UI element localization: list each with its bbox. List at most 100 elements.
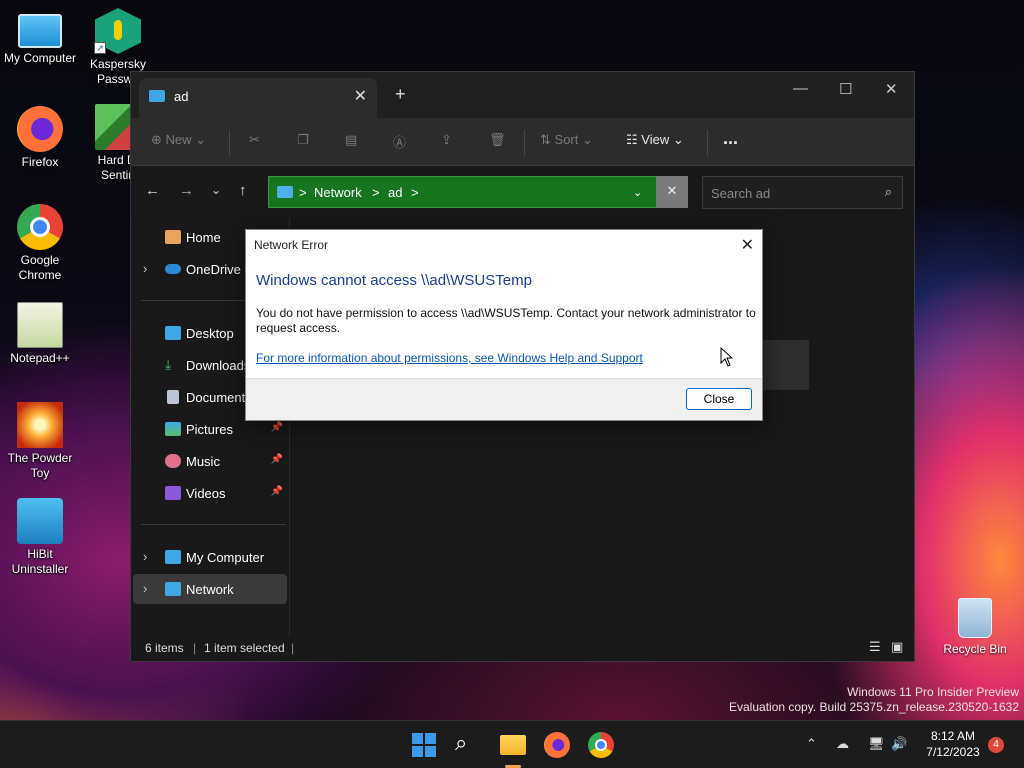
- toolbar-divider: [524, 130, 525, 156]
- chevron-down-icon: ⌄: [672, 132, 684, 147]
- close-button[interactable]: Close: [686, 388, 752, 410]
- status-divider: |: [291, 641, 295, 655]
- notification-badge[interactable]: 4: [988, 737, 1004, 753]
- nav-item-my-computer[interactable]: › My Computer: [131, 542, 289, 572]
- nav-label: Pictures: [186, 422, 233, 437]
- nav-item-videos[interactable]: Videos 📌: [131, 478, 289, 508]
- sort-button[interactable]: ⇅ Sort ⌄: [540, 132, 593, 148]
- selection-count: 1 item selected: [204, 641, 285, 655]
- watermark-line-2: Evaluation copy. Build 25375.zn_release.…: [729, 700, 1019, 714]
- paste-button[interactable]: ▤: [345, 132, 357, 148]
- pin-icon[interactable]: 📌: [271, 454, 283, 465]
- desktop-icon-label: The Powder Toy: [7, 451, 73, 480]
- desktop-folder-icon: [165, 326, 181, 340]
- nav-label: Videos: [186, 486, 226, 501]
- plus-circle-icon: ⊕: [151, 132, 162, 147]
- desktop-icon-powder-toy[interactable]: The Powder Toy: [0, 402, 80, 481]
- network-icon: [277, 186, 293, 198]
- view-button[interactable]: ☷ View ⌄: [626, 132, 684, 148]
- dialog-title: Network Error: [254, 238, 329, 252]
- onedrive-tray-icon[interactable]: ☁: [836, 736, 849, 752]
- status-bar: 6 items | 1 item selected | ☰ ▣: [131, 635, 914, 661]
- chrome-taskbar-button[interactable]: [588, 732, 614, 758]
- address-row: ← → ⌄ ↑ > Network > ad > ⌄ ✕ Search ad ⌕: [131, 166, 914, 218]
- nav-item-network[interactable]: › Network: [133, 574, 287, 604]
- up-button[interactable]: ↑: [239, 182, 247, 199]
- back-button[interactable]: ←: [145, 182, 160, 199]
- close-tab-icon[interactable]: ✕: [354, 86, 367, 106]
- delete-button[interactable]: 🗑: [489, 132, 506, 148]
- window-close-button[interactable]: ✕: [885, 80, 898, 98]
- nav-label: Desktop: [186, 326, 234, 341]
- network-tray-icon[interactable]: 🖥: [868, 736, 885, 752]
- search-button[interactable]: ⌕: [455, 730, 481, 756]
- desktop-icon-my-computer[interactable]: My Computer: [0, 10, 80, 66]
- address-history-icon[interactable]: ⌄: [633, 186, 642, 199]
- selected-item-highlight[interactable]: [763, 340, 809, 390]
- breadcrumb-ad[interactable]: ad: [388, 185, 402, 200]
- maximize-button[interactable]: ☐: [839, 80, 852, 98]
- minimize-button[interactable]: —: [793, 80, 808, 97]
- chevron-right-icon[interactable]: ›: [143, 581, 147, 596]
- firefox-taskbar-button[interactable]: [544, 732, 570, 758]
- help-link[interactable]: For more information about permissions, …: [256, 351, 643, 365]
- pin-icon[interactable]: 📌: [271, 422, 283, 433]
- cut-button[interactable]: ✂: [249, 132, 260, 148]
- breadcrumb-separator: >: [299, 185, 307, 200]
- address-bar[interactable]: > Network > ad > ⌄: [268, 176, 657, 208]
- search-input[interactable]: Search ad ⌕: [702, 176, 903, 209]
- pin-icon[interactable]: 📌: [271, 486, 283, 497]
- scissors-icon: ✂: [249, 132, 260, 147]
- clipboard-icon: ▤: [345, 132, 358, 147]
- copy-icon: ❐: [297, 132, 309, 147]
- show-hidden-icons-button[interactable]: ⌃: [806, 736, 817, 752]
- dialog-heading: Windows cannot access \\ad\WSUSTemp: [256, 272, 532, 289]
- cloud-icon: [165, 264, 181, 274]
- nav-label: Network: [186, 582, 234, 597]
- chrome-center-icon: [595, 739, 607, 751]
- desktop-icon-firefox[interactable]: Firefox: [0, 106, 80, 170]
- tiles-view-icon[interactable]: ▣: [891, 639, 903, 655]
- command-bar: ⊕ New ⌄ ✂ ❐ ▤ Ⓐ ⇪ 🗑 ⇅ Sort ⌄ ☷ View ⌄ ..…: [131, 118, 914, 166]
- breadcrumb-separator: >: [372, 185, 380, 200]
- clear-address-button[interactable]: ✕: [656, 176, 688, 208]
- tab-title: ad: [174, 89, 189, 104]
- share-icon: ⇪: [441, 132, 452, 147]
- network-icon: [165, 582, 181, 596]
- chevron-right-icon[interactable]: ›: [143, 261, 147, 276]
- new-label: New: [165, 132, 192, 147]
- desktop-icon-google-chrome[interactable]: Google Chrome: [0, 204, 80, 283]
- rename-button[interactable]: Ⓐ: [393, 132, 406, 151]
- title-bar: ad ✕ + — ☐ ✕: [131, 72, 914, 118]
- copy-button[interactable]: ❐: [297, 132, 309, 148]
- clock[interactable]: 8:12 AM 7/12/2023: [922, 728, 984, 760]
- desktop-icon-label: Firefox: [21, 155, 59, 169]
- share-button[interactable]: ⇪: [441, 132, 452, 148]
- desktop-icon-hibit-uninstaller[interactable]: HiBit Uninstaller: [0, 498, 80, 577]
- tab-ad[interactable]: ad ✕: [139, 78, 377, 118]
- new-tab-button[interactable]: +: [395, 84, 406, 105]
- computer-icon: [165, 550, 181, 564]
- file-explorer-taskbar-button[interactable]: [500, 732, 526, 768]
- breadcrumb-separator: >: [411, 185, 419, 200]
- volume-icon[interactable]: 🔊: [891, 736, 907, 752]
- new-button[interactable]: ⊕ New ⌄: [151, 132, 206, 148]
- start-button[interactable]: [411, 732, 437, 758]
- desktop-icon-notepad-plus-plus[interactable]: Notepad++: [0, 302, 80, 366]
- recent-locations-button[interactable]: ⌄: [211, 183, 221, 197]
- details-view-icon[interactable]: ☰: [869, 639, 881, 655]
- watermark-line-1: Windows 11 Pro Insider Preview: [847, 685, 1019, 699]
- evaluation-watermark: Windows 11 Pro Insider Preview Evaluatio…: [729, 685, 1019, 715]
- desktop-icon-recycle-bin[interactable]: Recycle Bin: [940, 598, 1010, 656]
- more-options-button[interactable]: ...: [723, 128, 738, 149]
- notepad-plus-plus-icon: [17, 302, 63, 348]
- clock-time: 8:12 AM: [930, 729, 976, 743]
- chrome-icon: [17, 204, 63, 250]
- mouse-cursor-icon: [720, 347, 734, 367]
- dialog-close-icon[interactable]: ✕: [741, 235, 754, 255]
- chevron-down-icon: ⌄: [195, 132, 207, 147]
- breadcrumb-network[interactable]: Network: [314, 185, 362, 200]
- forward-button[interactable]: →: [179, 182, 194, 199]
- nav-item-music[interactable]: Music 📌: [131, 446, 289, 476]
- chevron-right-icon[interactable]: ›: [143, 549, 147, 564]
